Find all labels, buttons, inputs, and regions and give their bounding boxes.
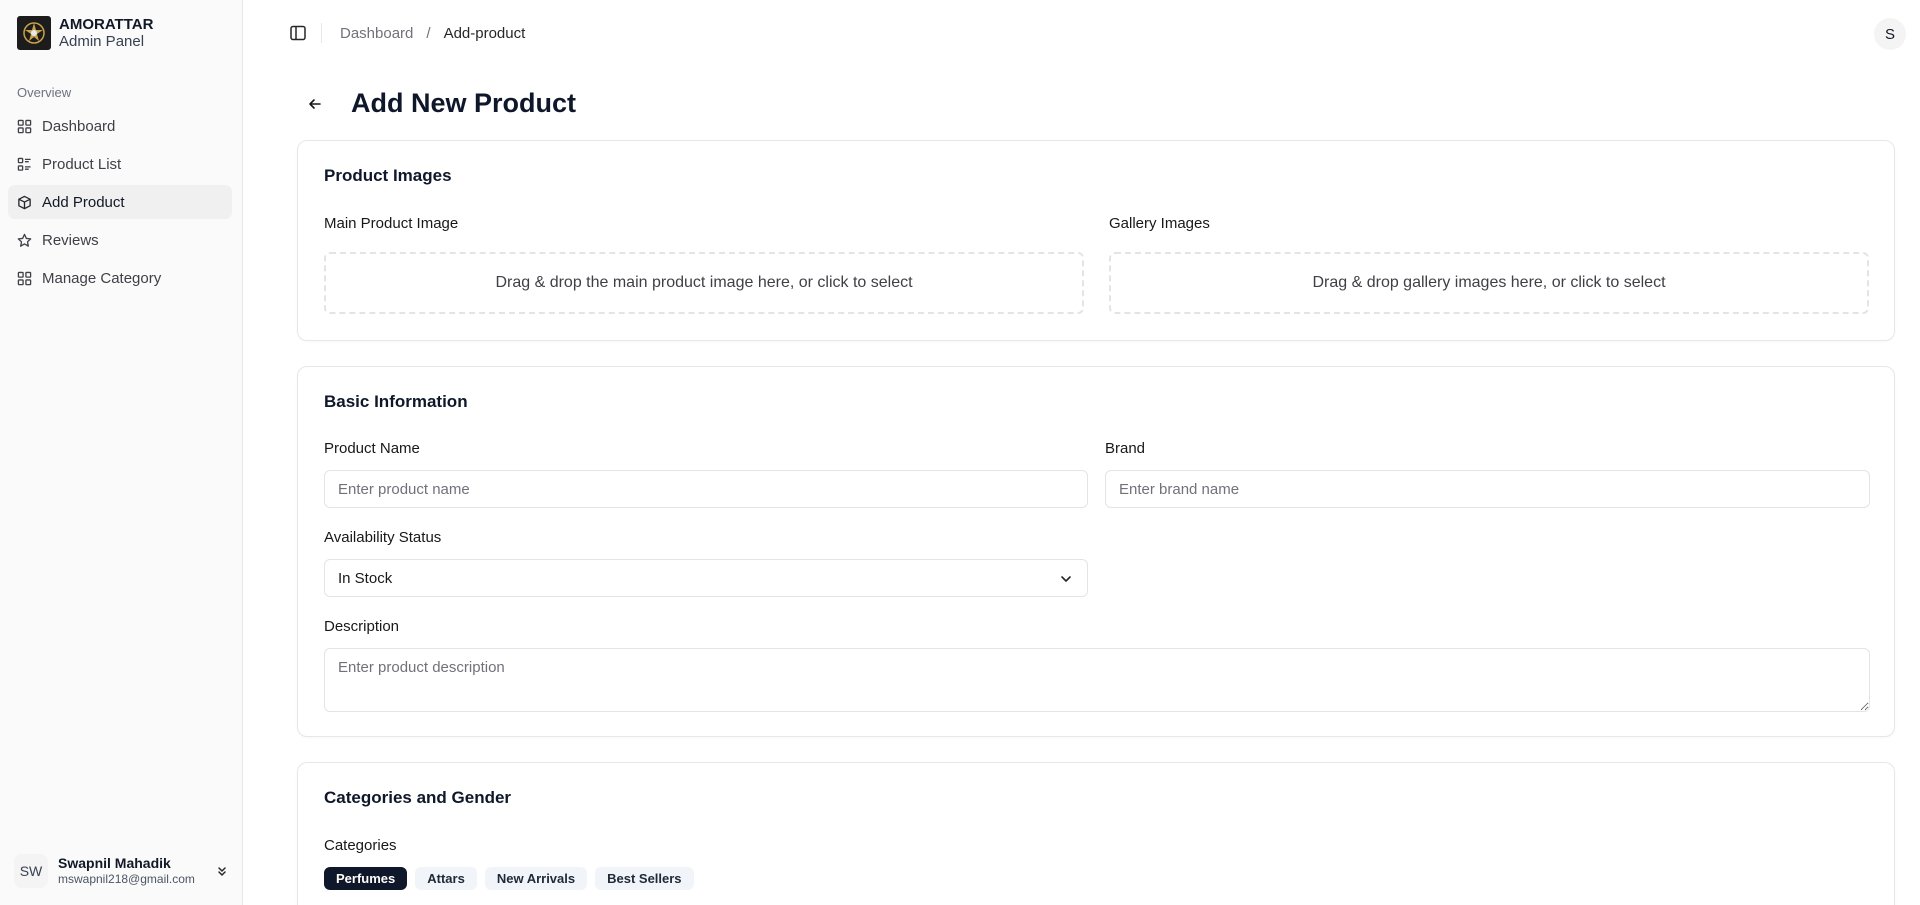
chevrons-up-down-icon xyxy=(218,867,226,876)
brand-input[interactable] xyxy=(1105,470,1870,508)
brand-label: Brand xyxy=(1105,440,1146,457)
description-label: Description xyxy=(324,618,400,635)
sidebar-item-add-product[interactable]: Add Product xyxy=(8,185,232,219)
grid-icon xyxy=(17,271,32,285)
availability-status-select[interactable]: In Stock xyxy=(324,559,1088,597)
category-chip-new-arrivals[interactable]: New Arrivals xyxy=(484,867,588,890)
sidebar: AMORATTAR Admin Panel Overview Dashboard… xyxy=(0,0,243,905)
page-title: Add New Product xyxy=(351,88,577,118)
card-title: Product Images xyxy=(324,166,452,185)
breadcrumb-dashboard-link[interactable]: Dashboard xyxy=(340,25,413,42)
header-divider xyxy=(321,23,322,43)
header-avatar[interactable]: S xyxy=(1874,18,1906,50)
category-chip-best-sellers[interactable]: Best Sellers xyxy=(595,867,694,890)
category-chip-perfumes[interactable]: Perfumes xyxy=(324,867,408,890)
gallery-images-dropzone[interactable]: Drag & drop gallery images here, or clic… xyxy=(1109,252,1869,314)
category-chips: Perfumes Attars New Arrivals Best Seller… xyxy=(324,867,702,890)
sidebar-item-label: Dashboard xyxy=(42,117,116,135)
sidebar-item-manage-category[interactable]: Manage Category xyxy=(8,261,232,295)
product-name-input[interactable] xyxy=(324,470,1088,508)
breadcrumb-separator: / xyxy=(426,25,431,42)
categories-label: Categories xyxy=(324,837,397,854)
header: Dashboard / Add-product S xyxy=(243,0,1920,66)
breadcrumb: Dashboard / Add-product xyxy=(340,25,525,42)
user-menu[interactable]: SW Swapnil Mahadik mswapnil218@gmail.com xyxy=(14,851,230,891)
chevron-down-icon xyxy=(1061,576,1071,582)
main-image-label: Main Product Image xyxy=(324,215,459,232)
card-title: Categories and Gender xyxy=(324,788,512,807)
list-icon xyxy=(17,157,31,171)
product-images-card: Product Images Main Product Image Drag &… xyxy=(297,140,1895,341)
sidebar-item-label: Add Product xyxy=(42,193,125,211)
sidebar-item-label: Manage Category xyxy=(42,269,162,287)
main-image-dropzone[interactable]: Drag & drop the main product image here,… xyxy=(324,252,1084,314)
nav-group-label: Overview xyxy=(17,85,72,100)
sidebar-item-dashboard[interactable]: Dashboard xyxy=(8,109,232,143)
description-textarea[interactable] xyxy=(324,648,1870,712)
availability-status-label: Availability Status xyxy=(324,529,442,546)
sidebar-nav: Dashboard Product List Add Product Revie… xyxy=(8,109,232,299)
avatar: SW xyxy=(14,854,48,888)
sidebar-toggle-icon[interactable] xyxy=(289,24,307,42)
arrow-left-icon xyxy=(309,99,321,109)
sidebar-item-label: Product List xyxy=(42,155,122,173)
brand[interactable]: AMORATTAR Admin Panel xyxy=(17,16,153,50)
grid-icon xyxy=(17,119,32,133)
categories-gender-card: Categories and Gender Categories Perfume… xyxy=(297,762,1895,905)
box-icon xyxy=(18,195,31,209)
sidebar-item-product-list[interactable]: Product List xyxy=(8,147,232,181)
brand-name: AMORATTAR xyxy=(59,16,154,33)
card-title: Basic Information xyxy=(324,392,468,411)
star-icon xyxy=(17,233,32,247)
sidebar-item-label: Reviews xyxy=(42,231,99,249)
brand-subtitle: Admin Panel xyxy=(59,33,145,50)
availability-status-value: In Stock xyxy=(338,569,393,587)
user-email: mswapnil218@gmail.com xyxy=(58,872,195,886)
sidebar-item-reviews[interactable]: Reviews xyxy=(8,223,232,257)
back-button[interactable] xyxy=(303,92,327,116)
brand-logo-icon xyxy=(17,16,51,50)
product-name-label: Product Name xyxy=(324,440,420,457)
category-chip-attars[interactable]: Attars xyxy=(415,867,477,890)
basic-information-card: Basic Information Product Name Brand Ava… xyxy=(297,366,1895,737)
gallery-images-label: Gallery Images xyxy=(1109,215,1210,232)
user-name: Swapnil Mahadik xyxy=(58,855,171,871)
breadcrumb-current: Add-product xyxy=(443,25,526,42)
